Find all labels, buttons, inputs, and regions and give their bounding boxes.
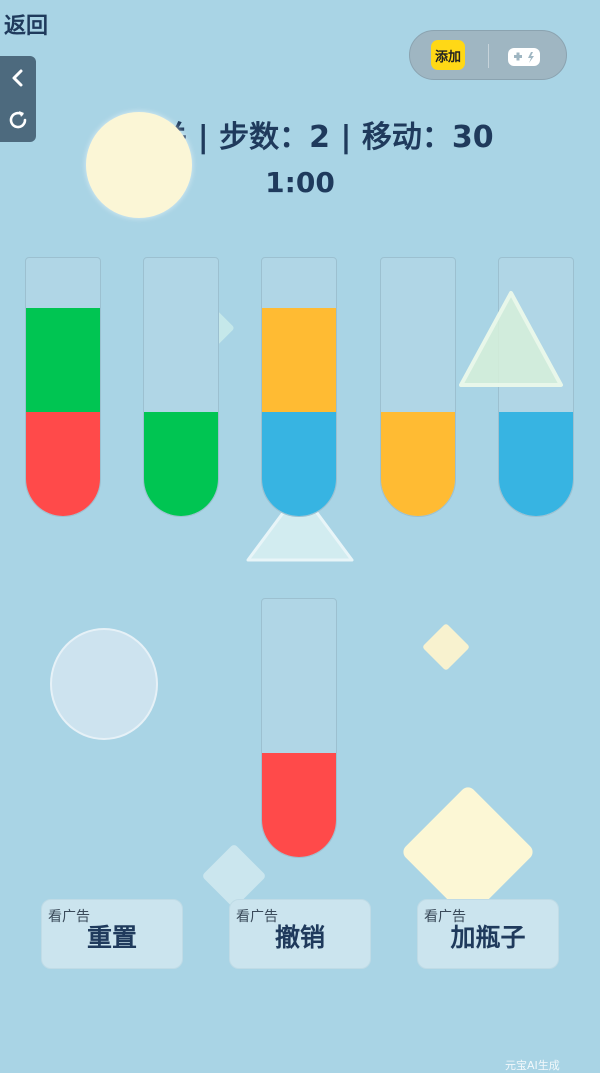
liquid-layer-green [144, 412, 218, 516]
capsule-divider [488, 44, 489, 68]
add-bottle-button-label: 加瓶子 [450, 923, 526, 952]
add-bottle-button[interactable]: 看广告 加瓶子 [417, 899, 559, 969]
liquid-layer-orange [381, 412, 455, 516]
undo-button[interactable]: 看广告 撤销 [229, 899, 371, 969]
gamepad-icon[interactable] [506, 44, 542, 74]
tube-6[interactable] [261, 598, 337, 858]
tube-2[interactable] [143, 257, 219, 517]
chevron-left-icon[interactable] [0, 58, 36, 98]
liquid-layer-orange [262, 308, 336, 412]
liquid-layer-blue [262, 412, 336, 516]
liquid-layer-blue [499, 412, 573, 516]
decor-triangle [459, 291, 563, 387]
tube-4[interactable] [380, 257, 456, 517]
tube-3[interactable] [261, 257, 337, 517]
liquid-layer-red [26, 412, 100, 516]
reset-button-label: 重置 [86, 923, 137, 952]
liquid-layer-green [26, 308, 100, 412]
tube-1[interactable] [25, 257, 101, 517]
add-button[interactable]: 添加 [431, 40, 465, 70]
undo-button-label: 撤销 [274, 923, 325, 952]
decor-diamond [421, 622, 471, 672]
watermark: 元宝AI生成 [505, 1059, 560, 1072]
mini-program-capsule: 添加 [409, 30, 567, 80]
back-link[interactable]: 返回 [4, 8, 48, 40]
decor-circle-white [50, 628, 158, 740]
liquid-layer-red [262, 753, 336, 857]
decor-circle-yellow [86, 112, 192, 218]
reset-button[interactable]: 看广告 重置 [41, 899, 183, 969]
